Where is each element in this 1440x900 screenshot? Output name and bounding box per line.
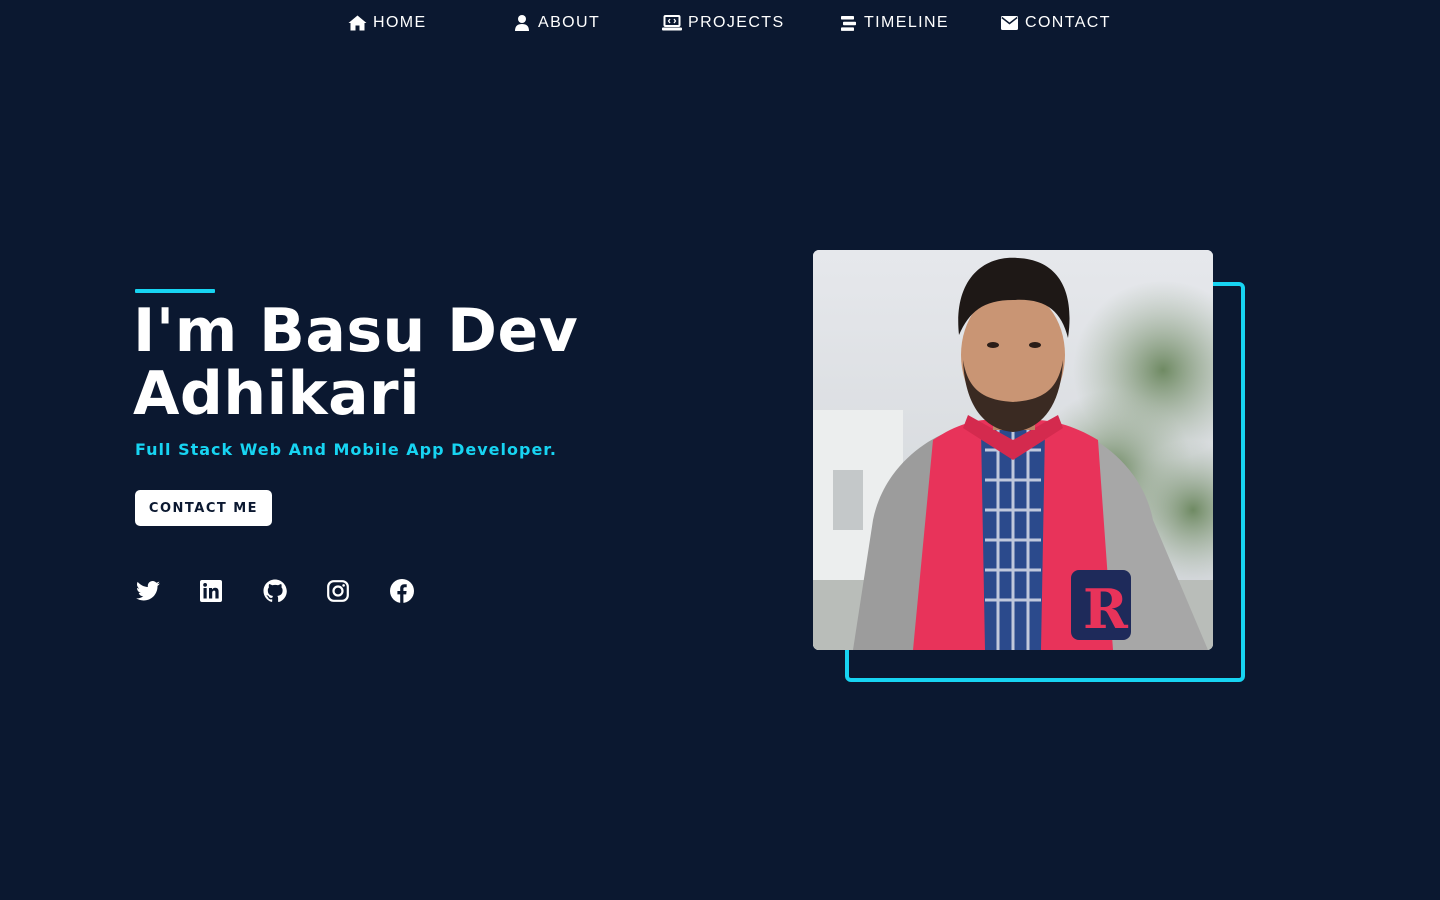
top-nav: HOME ABOUT PROJECTS TIMELINE CONTACT bbox=[0, 0, 1440, 50]
envelope-icon bbox=[999, 14, 1019, 32]
hero-title-line1: I'm Basu Dev bbox=[133, 296, 579, 366]
svg-text:R: R bbox=[1083, 577, 1129, 641]
nav-contact-label: CONTACT bbox=[1025, 14, 1111, 31]
twitter-link[interactable] bbox=[135, 580, 161, 606]
home-icon bbox=[347, 14, 367, 32]
nav-about-label: ABOUT bbox=[538, 14, 601, 31]
nav-home-label: HOME bbox=[373, 14, 427, 31]
instagram-link[interactable] bbox=[325, 579, 351, 607]
nav-home-link[interactable]: HOME bbox=[347, 14, 427, 32]
facebook-link[interactable] bbox=[389, 578, 415, 608]
profile-photo: R bbox=[813, 250, 1213, 650]
github-link[interactable] bbox=[262, 579, 288, 608]
nav-timeline-link[interactable]: TIMELINE bbox=[838, 14, 949, 32]
nav-projects-link[interactable]: PROJECTS bbox=[662, 14, 785, 32]
nav-timeline-label: TIMELINE bbox=[864, 14, 949, 31]
hero-title-line2: Adhikari bbox=[133, 359, 421, 429]
nav-about-link[interactable]: ABOUT bbox=[512, 14, 600, 32]
hero-subtitle: Full Stack Web And Mobile App Developer. bbox=[135, 440, 557, 459]
page: HOME ABOUT PROJECTS TIMELINE CONTACT I'm… bbox=[0, 0, 1440, 900]
laptop-code-icon bbox=[662, 14, 682, 32]
hero-title: I'm Basu Dev Adhikari bbox=[133, 300, 733, 426]
linkedin-icon bbox=[200, 579, 222, 607]
facebook-icon bbox=[390, 578, 414, 608]
nav-projects-label: PROJECTS bbox=[688, 14, 785, 31]
linkedin-link[interactable] bbox=[198, 579, 224, 607]
instagram-icon bbox=[327, 579, 349, 607]
stream-icon bbox=[838, 14, 858, 32]
contact-me-button[interactable]: CONTACT ME bbox=[135, 490, 272, 526]
accent-line bbox=[135, 289, 215, 293]
twitter-icon bbox=[136, 580, 160, 606]
github-icon bbox=[263, 579, 287, 608]
nav-contact-link[interactable]: CONTACT bbox=[999, 14, 1111, 32]
user-icon bbox=[512, 14, 532, 32]
